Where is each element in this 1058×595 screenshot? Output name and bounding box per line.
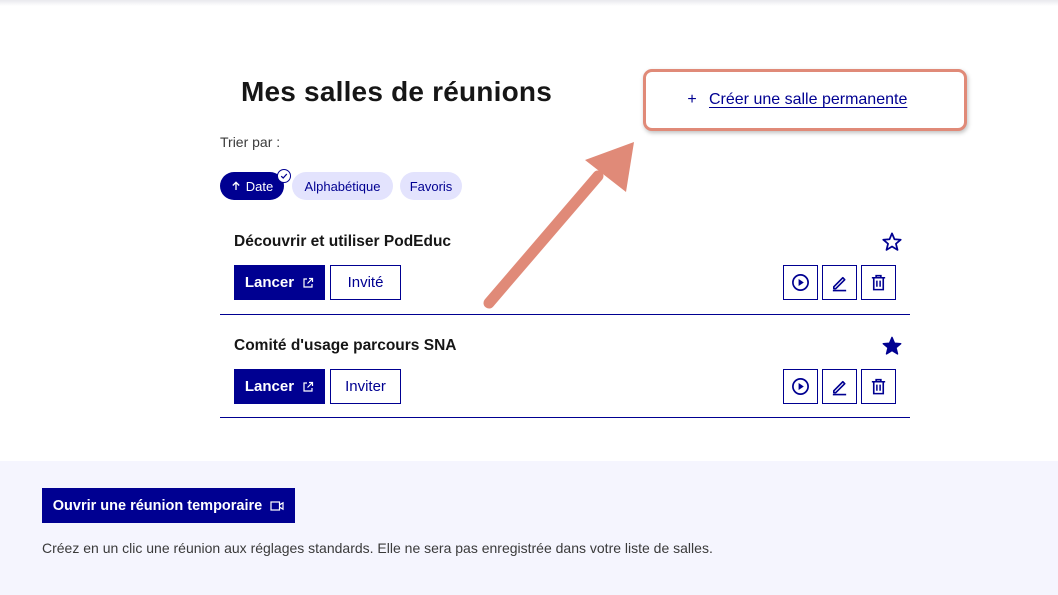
star-filled-icon[interactable]	[881, 335, 903, 357]
selected-check-icon	[277, 169, 291, 183]
room-name: Découvrir et utiliser PodEduc	[234, 233, 452, 250]
plus-icon: +	[687, 91, 697, 108]
delete-icon	[871, 274, 886, 291]
room-divider	[220, 314, 910, 315]
play-button[interactable]	[783, 265, 818, 300]
play-icon	[792, 378, 809, 395]
page-title: Mes salles de réunions	[241, 76, 552, 107]
sort-chip-favorites-label: Favoris	[409, 178, 453, 194]
invite-button-label: Invité	[347, 274, 384, 291]
room-name: Comité d'usage parcours SNA	[234, 337, 457, 354]
sort-chip-alphabetical[interactable]: Alphabétique	[292, 172, 393, 200]
sort-chip-favorites[interactable]: Favoris	[400, 172, 462, 200]
delete-button[interactable]	[861, 265, 896, 300]
open-temporary-meeting-label: Ouvrir une réunion temporaire	[52, 497, 263, 514]
create-room-link[interactable]: + Créer une salle permanente	[683, 91, 907, 109]
edit-icon	[832, 276, 847, 292]
launch-button[interactable]: Lancer	[234, 265, 325, 300]
delete-icon	[871, 378, 886, 395]
sort-chip-alphabetical-label: Alphabétique	[304, 178, 381, 194]
arrow-up-icon	[232, 181, 240, 190]
temporary-meeting-section	[0, 461, 1058, 595]
temporary-meeting-description: Créez en un clic une réunion aux réglage…	[42, 540, 713, 556]
room-divider	[220, 417, 910, 418]
video-icon	[270, 500, 284, 511]
sort-chip-date-label: Date	[245, 178, 274, 194]
external-link-icon	[303, 277, 314, 288]
open-temporary-meeting-button[interactable]: Ouvrir une réunion temporaire	[42, 488, 295, 523]
edit-icon	[832, 380, 847, 396]
invite-button-label: Inviter	[345, 378, 386, 395]
create-room-label: Créer une salle permanente	[709, 91, 908, 108]
sort-chip-date[interactable]: Date	[220, 172, 284, 200]
play-icon	[792, 274, 809, 291]
invite-button[interactable]: Inviter	[330, 369, 401, 404]
delete-button[interactable]	[861, 369, 896, 404]
launch-button[interactable]: Lancer	[234, 369, 325, 404]
top-border	[0, 0, 1058, 6]
sort-label: Trier par :	[220, 134, 281, 150]
external-link-icon	[303, 381, 314, 392]
star-outline-icon[interactable]	[881, 231, 903, 253]
launch-button-label: Lancer	[244, 274, 295, 291]
play-button[interactable]	[783, 369, 818, 404]
edit-button[interactable]	[822, 265, 857, 300]
launch-button-label: Lancer	[244, 378, 295, 395]
invite-button[interactable]: Invité	[330, 265, 401, 300]
edit-button[interactable]	[822, 369, 857, 404]
